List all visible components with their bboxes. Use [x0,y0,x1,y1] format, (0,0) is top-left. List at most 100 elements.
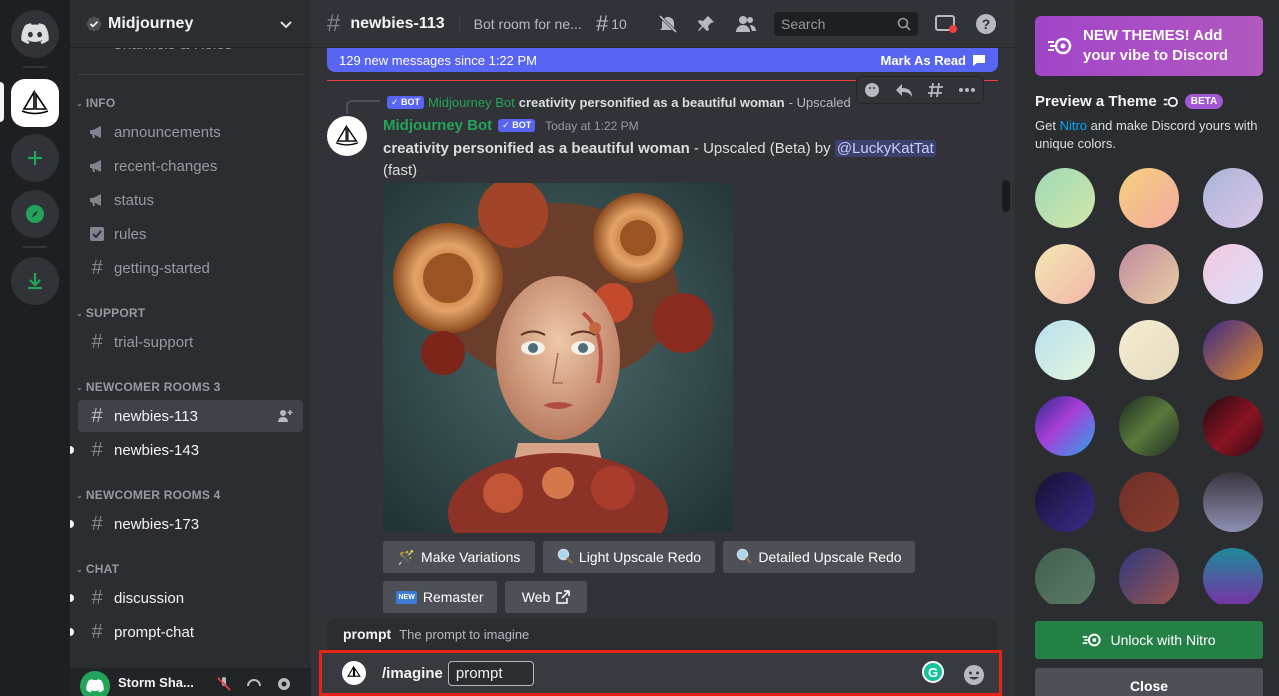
add-server-button[interactable] [11,134,59,182]
emoji-picker-icon[interactable] [963,664,985,691]
user-mention[interactable]: @LuckyKatTat [834,140,936,157]
channel-getting-started[interactable]: # getting-started [78,252,303,284]
inbox-button[interactable] [934,12,958,36]
web-link-button[interactable]: Web [505,581,587,613]
channel-discussion[interactable]: # discussion [70,582,303,614]
nitro-link[interactable]: Nitro [1060,118,1087,133]
remaster-button[interactable]: NEW Remaster [383,581,497,613]
category-support[interactable]: ⌄ SUPPORT [76,306,145,320]
category-chat[interactable]: ⌄ CHAT [76,562,119,576]
theme-swatch-mars[interactable] [1119,472,1179,532]
username[interactable]: Storm Sha... [118,675,194,690]
message-author[interactable]: Midjourney Bot [383,117,492,134]
theme-swatch-crimson-moon[interactable] [1203,396,1263,456]
theme-swatch-dusk[interactable] [1203,472,1263,532]
explore-servers-button[interactable] [11,190,59,238]
avatar[interactable] [80,671,110,696]
theme-swatch-sunrise[interactable] [1119,244,1179,304]
channel-newbies-173[interactable]: # newbies-173 [70,508,303,540]
panel-title: Preview a Theme [1035,93,1157,110]
prompt-parameter-input[interactable]: prompt [447,660,534,686]
mark-as-read-button[interactable]: Mark As Read [881,53,987,68]
member-list-button[interactable] [734,12,758,36]
channel-newbies-113[interactable]: # newbies-113 [78,400,303,432]
reply-preview[interactable]: ✓ BOT Midjourney Bot creativity personif… [383,94,853,110]
grammarly-icon[interactable]: G [922,661,944,683]
more-options-icon[interactable] [958,87,976,93]
threads-button[interactable]: # 10 [596,12,640,36]
theme-swatch-cotton-candy[interactable] [1203,244,1263,304]
theme-swatch-retro-storm[interactable] [1119,548,1179,608]
theme-swatch-under-the-sea[interactable] [1035,548,1095,608]
category-newcomer-rooms-3[interactable]: ⌄ NEWCOMER ROOMS 3 [76,380,220,394]
theme-swatch-sunset[interactable] [1203,320,1263,380]
theme-swatch-forest[interactable] [1119,396,1179,456]
channel-recent-changes[interactable]: recent-changes [78,150,303,182]
channel-label: newbies-173 [114,515,200,533]
theme-swatch-hanami[interactable] [1035,244,1095,304]
detailed-upscale-redo-button[interactable]: Detailed Upscale Redo [723,541,915,573]
author-avatar[interactable] [327,116,367,156]
make-variations-button[interactable]: 🪄 Make Variations [383,541,535,573]
theme-swatch-chroma-glow[interactable] [1035,396,1095,456]
unlock-with-nitro-button[interactable]: Unlock with Nitro [1035,621,1263,659]
user-settings-gear-icon[interactable] [276,676,292,695]
pin-icon [698,16,714,31]
reply-prompt: creativity personified as a beautiful wo… [518,94,785,110]
bot-tag: ✓ BOT [498,119,536,132]
magnifier-icon [736,548,753,567]
channel-announcements[interactable]: announcements [78,116,303,148]
new-themes-banner[interactable]: NEW THEMES! Add your vibe to Discord [1035,16,1263,76]
message-composer[interactable]: /imagine prompt G [319,650,1002,696]
theme-swatch-retro-raincloud[interactable] [1203,168,1263,228]
download-apps-button[interactable] [11,257,59,305]
generated-image[interactable] [383,183,733,533]
button-label: Remaster [422,589,484,605]
message-content: creativity personified as a beautiful wo… [383,138,983,182]
create-thread-icon[interactable] [927,81,945,99]
discord-home-button[interactable] [11,10,59,58]
help-button[interactable]: ? [974,12,998,36]
channel-trial-support[interactable]: # trial-support [78,326,303,358]
download-icon [28,273,42,290]
new-messages-bar[interactable]: 129 new messages since 1:22 PM Mark As R… [327,48,998,72]
theme-swatch-citrus-sherbert[interactable] [1119,168,1179,228]
add-reaction-icon[interactable] [864,81,882,99]
theme-swatch-neon-nights[interactable] [1203,548,1263,608]
mute-mic-icon[interactable] [216,676,232,695]
category-newcomer-rooms-4[interactable]: ⌄ NEWCOMER ROOMS 4 [76,488,220,502]
channel-newbies-143[interactable]: # newbies-143 [70,434,303,466]
category-info[interactable]: ⌄ INFO [76,96,115,110]
plus-icon [28,151,42,165]
channel-rules[interactable]: rules [78,218,303,250]
button-label: Light Upscale Redo [578,549,702,565]
add-member-icon[interactable] [277,408,293,428]
option-name: prompt [343,626,392,642]
thread-hashtag-icon: # [327,9,341,37]
theme-swatch-midnight-blurple[interactable] [1035,472,1095,532]
close-button[interactable]: Close [1035,668,1263,696]
reply-icon[interactable] [895,82,913,98]
guild-header[interactable]: Midjourney [70,0,311,48]
pinned-messages-button[interactable] [694,12,718,36]
headset-icon[interactable] [246,676,262,695]
discord-logo-icon [86,679,104,693]
new-messages-text: 129 new messages since 1:22 PM [339,52,537,68]
midjourney-server-icon[interactable] [11,79,59,127]
chat-scrollbar[interactable] [1002,180,1010,212]
channel-prompt-chat[interactable]: # prompt-chat [70,616,303,648]
light-upscale-redo-button[interactable]: Light Upscale Redo [543,541,715,573]
banner-text: NEW THEMES! Add your vibe to Discord [1083,27,1229,64]
channel-status[interactable]: status [78,184,303,216]
theme-swatch-lofi-vibes[interactable] [1035,320,1095,380]
theme-swatch-mint-apple[interactable] [1035,168,1095,228]
mute-notifications-button[interactable] [656,12,680,36]
channel-topic[interactable]: Bot room for ne... [458,15,585,32]
channel-label: getting-started [114,259,210,277]
search-input[interactable]: Search [774,12,918,36]
unread-indicator [70,594,74,602]
inbox-icon [935,15,957,33]
rail-separator-2 [23,246,47,248]
sailboat-icon [347,666,361,677]
theme-swatch-desert-khaki[interactable] [1119,320,1179,380]
